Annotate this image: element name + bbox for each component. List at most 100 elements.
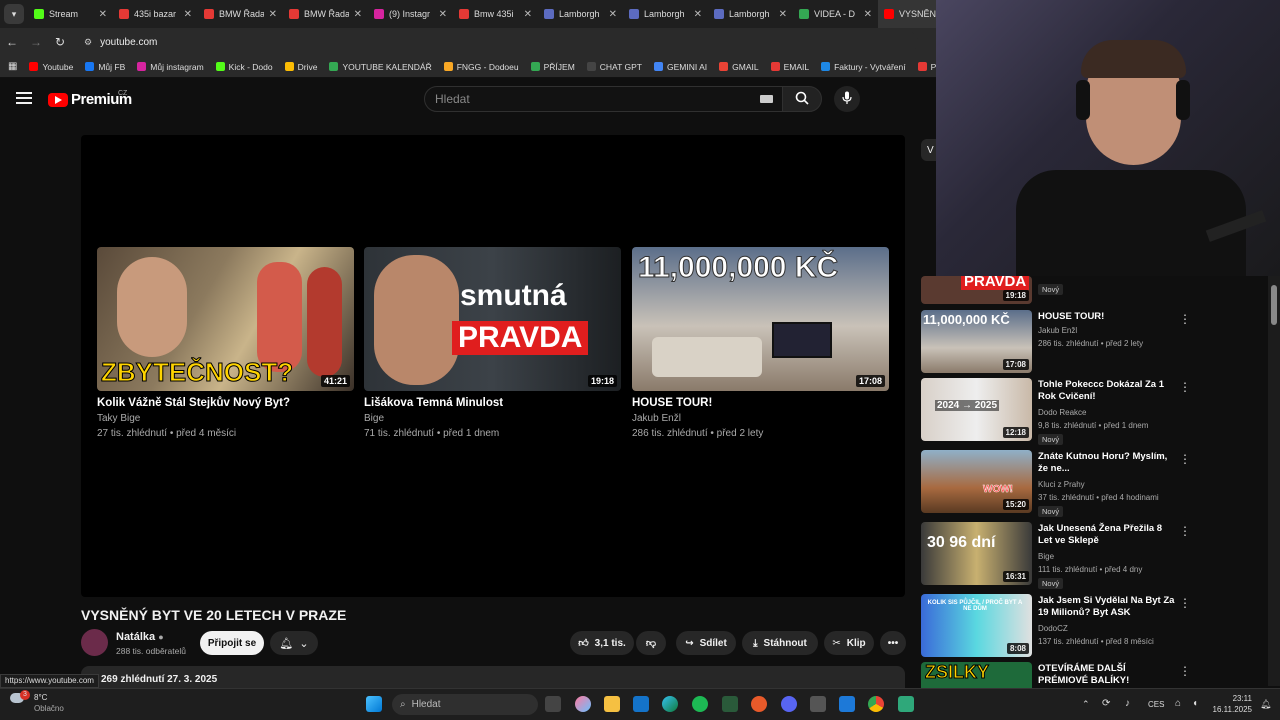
tab-close-icon[interactable]: ✕ [99,9,107,20]
scrollbar[interactable] [1268,276,1280,686]
bookmark-item[interactable]: PNG to PDF [917,62,936,72]
more-vert-icon[interactable]: ⋮ [1179,664,1191,678]
outlook-icon[interactable] [633,696,649,712]
weather-widget[interactable]: 3 8°C Oblačno [10,690,64,713]
tray-sync-icon[interactable]: ⟳ [1102,698,1110,709]
share-button[interactable]: ↪ Sdílet [676,631,736,655]
tab-search-chevron-icon[interactable]: ▾ [4,4,24,24]
end-card-video[interactable]: 11,000,000 KČ 17:08 HOUSE TOUR! Jakub En… [632,247,889,439]
chrome-icon[interactable] [868,696,884,712]
more-vert-icon[interactable]: ⋮ [1179,452,1191,466]
related-title[interactable]: OTEVÍRÁME DALŠÍ PRÉMIOVÉ BALÍKY! [1038,663,1176,687]
voice-search-button[interactable] [834,86,860,112]
related-video[interactable]: PRAVDA 19:18 Nový [921,276,1261,304]
channel-avatar[interactable] [81,629,108,656]
more-actions-button[interactable]: ••• [880,631,906,655]
sidebar-chip[interactable]: V [921,139,936,161]
tray-chevron-up-icon[interactable]: ⌃ [1082,699,1090,710]
system-clock[interactable]: 23:11 16.11.2025 [1210,693,1252,715]
reload-icon[interactable]: ↻ [48,35,72,49]
related-thumbnail[interactable]: PRAVDA 19:18 [921,276,1032,304]
end-card-title[interactable]: Lišákova Temná Minulost [364,397,621,409]
related-video[interactable]: KOLIK SIS PŮJČIL / PROČ BYT A NE DŮM 8:0… [921,594,1261,658]
windows-start-icon[interactable] [366,696,382,712]
app-icon[interactable] [898,696,914,712]
more-vert-icon[interactable]: ⋮ [1179,524,1191,538]
back-arrow-icon[interactable]: ← [0,35,24,49]
clip-button[interactable]: ✂ Klip [824,631,874,655]
tab-close-icon[interactable]: ✕ [864,9,872,20]
bookmark-item[interactable]: Můj instagram [137,62,204,72]
notification-bell-button[interactable]: 🔔︎ ⌄ [270,631,318,655]
tab-close-icon[interactable]: ✕ [269,9,277,20]
related-thumbnail[interactable]: 30 96 dní 16:31 [921,522,1032,585]
end-card-title[interactable]: Kolik Vážně Stál Stejkův Nový Byt? [97,397,354,409]
channel-name[interactable]: Natálka ● [116,631,164,643]
copilot-icon[interactable] [575,696,591,712]
end-card-title[interactable]: HOUSE TOUR! [632,397,889,409]
dislike-button[interactable]: 👎︎ [636,631,666,655]
end-card-video[interactable]: ZBYTEČNOST? 41:21 Kolik Vážně Stál Stejk… [97,247,354,439]
apps-grid-icon[interactable]: ▦ [8,61,17,72]
language-indicator[interactable]: CES [1148,700,1164,709]
bookmark-item[interactable]: FNGG - Dodoeu [443,62,519,72]
bookmark-item[interactable]: Kick - Dodo [215,62,273,72]
related-thumbnail[interactable]: 11,000,000 KČ 17:08 [921,310,1032,373]
obs-icon[interactable] [751,696,767,712]
calculator-icon[interactable] [810,696,826,712]
browser-tab[interactable]: 435i bazar ✕ [113,0,198,28]
join-button[interactable]: Připojit se [200,631,264,655]
forward-arrow-icon[interactable]: → [24,35,48,49]
related-title[interactable]: Znáte Kutnou Horu? Myslím, že ne... [1038,451,1176,475]
related-title[interactable]: Jak Unesená Žena Přežila 8 Let ve Sklepě [1038,523,1176,547]
end-card-thumbnail[interactable]: ZBYTEČNOST? 41:21 [97,247,354,391]
related-video[interactable]: 11,000,000 KČ 17:08 HOUSE TOUR! Jakub En… [921,310,1261,374]
related-video[interactable]: 2024 → 2025 12:18 Tohle Pokeccc Dokázal … [921,378,1261,445]
download-button[interactable]: ⤓ Stáhnout [742,631,818,655]
discord-icon[interactable] [781,696,797,712]
bookmark-item[interactable]: CHAT GPT [586,62,642,72]
related-thumbnail[interactable]: ZSILKY [921,662,1032,688]
tray-mic-icon[interactable]: ♪ [1125,698,1130,709]
related-channel[interactable]: Kluci z Prahy [1038,480,1085,489]
end-card-thumbnail[interactable]: smutná PRAVDA 19:18 [364,247,621,391]
scrollbar-thumb[interactable] [1271,285,1277,325]
related-video[interactable]: ZSILKY OTEVÍRÁME DALŠÍ PRÉMIOVÉ BALÍKY! … [921,662,1261,688]
related-thumbnail[interactable]: 2024 → 2025 12:18 [921,378,1032,441]
bookmark-item[interactable]: PŘÍJEM [530,62,575,72]
file-explorer-icon[interactable] [604,696,620,712]
related-channel[interactable]: DodoCZ [1038,624,1068,633]
browser-tab[interactable]: BMW Řada ✕ [283,0,368,28]
related-thumbnail[interactable]: KOLIK SIS PŮJČIL / PROČ BYT A NE DŮM 8:0… [921,594,1032,657]
taskbar-search[interactable]: ⌕ Hledat [392,694,538,715]
tab-close-icon[interactable]: ✕ [354,9,362,20]
bookmark-item[interactable]: Můj FB [85,62,125,72]
search-input[interactable]: Hledat [424,86,784,112]
keyboard-icon[interactable] [760,95,773,103]
hamburger-menu-icon[interactable] [16,92,32,106]
related-channel[interactable]: Jakub Enžl [1038,326,1077,335]
volume-icon[interactable]: ◖ [1192,698,1198,709]
network-icon[interactable]: ⌂ [1175,698,1181,709]
like-button[interactable]: 👍︎ 3,1 tis. [570,631,634,655]
bookmark-item[interactable]: GEMINI AI [653,62,707,72]
tab-close-icon[interactable]: ✕ [779,9,787,20]
related-title[interactable]: Jak Jsem Si Vydělal Na Byt Za 19 Milionů… [1038,595,1176,619]
related-video[interactable]: 30 96 dní 16:31 Jak Unesená Žena Přežila… [921,522,1261,589]
related-title[interactable]: Tohle Pokeccc Dokázal Za 1 Rok Cvičení! [1038,379,1176,403]
browser-tab[interactable]: Lamborgh ✕ [538,0,623,28]
site-info-icon[interactable]: ⚙ [84,37,92,48]
more-vert-icon[interactable]: ⋮ [1179,380,1191,394]
end-card-channel[interactable]: Jakub Enžl [632,413,889,424]
browser-tab[interactable]: BMW Řada ✕ [198,0,283,28]
notification-bell-icon[interactable]: 🔔︎ [1260,699,1271,710]
spotify-icon[interactable] [692,696,708,712]
bookmark-item[interactable]: Drive [284,62,317,72]
browser-tab[interactable]: (9) Instagr ✕ [368,0,453,28]
more-vert-icon[interactable]: ⋮ [1179,596,1191,610]
related-video[interactable]: WOW! 15:20 Znáte Kutnou Horu? Myslím, že… [921,450,1261,517]
edge-icon[interactable] [662,696,678,712]
end-card-channel[interactable]: Taky Bige [97,413,354,424]
bookmark-item[interactable]: Faktury - Vytváření [821,62,906,72]
tab-close-icon[interactable]: ✕ [609,9,617,20]
